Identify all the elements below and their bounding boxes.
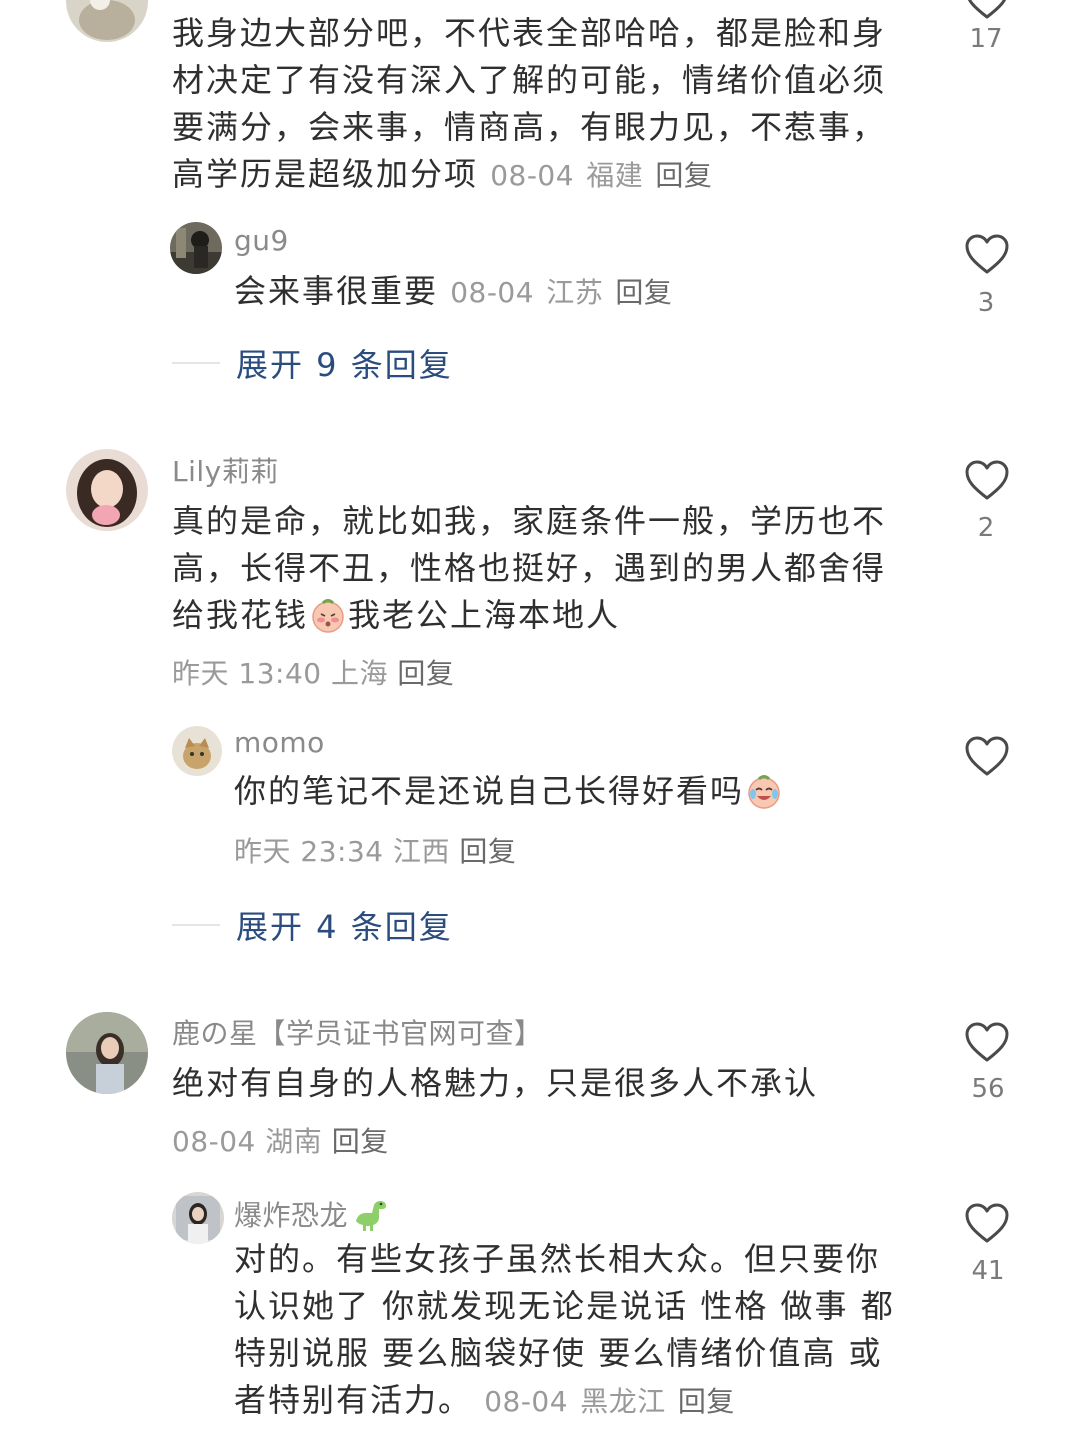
reply-text: 会来事很重要 08-04 江苏 回复: [234, 272, 673, 310]
comment-text: 真的是命，就比如我，家庭条件一般，学历也不高，长得不丑，性格也挺好，遇到的男人都…: [172, 502, 887, 634]
reply-location: 江西: [393, 835, 451, 868]
reply-button[interactable]: 回复: [397, 657, 454, 690]
expand-replies-button[interactable]: 展开 4 条回复: [172, 902, 453, 948]
avatar[interactable]: [172, 1192, 224, 1244]
heart-icon[interactable]: [964, 1202, 1010, 1244]
reply-text: 对的。有些女孩子虽然长相大众。但只要你认识她了 你就发现无论是说话 性格 做事 …: [234, 1240, 895, 1419]
like-count: 17: [969, 24, 1003, 54]
heart-icon[interactable]: [964, 0, 1010, 20]
avatar[interactable]: [66, 1012, 148, 1094]
expand-replies-label: 展开 4 条回复: [236, 908, 453, 946]
reply-button[interactable]: 回复: [332, 1125, 389, 1158]
reply-date: 08-04: [484, 1385, 569, 1418]
laugh-cry-emoji-icon: [745, 772, 783, 810]
reply-date: 08-04: [450, 276, 535, 309]
reply-date: 昨天 23:34: [234, 835, 384, 868]
comment-date: 08-04: [490, 159, 575, 192]
comment-location: 福建: [586, 159, 644, 192]
avatar[interactable]: [170, 222, 222, 274]
reply-button[interactable]: 回复: [678, 1385, 735, 1418]
reply-text: 你的笔记不是还说自己长得好看吗: [234, 768, 784, 815]
reply-meta: 昨天 23:34 江西 回复: [234, 830, 516, 870]
like-count: 41: [971, 1256, 1005, 1286]
reply-button[interactable]: 回复: [655, 159, 712, 192]
shy-emoji-icon: [309, 596, 347, 634]
comment-text: 我身边大部分吧，不代表全部哈哈，都是脸和身材决定了有没有深入了解的可能，情绪价值…: [172, 14, 887, 193]
comment-date: 08-04: [172, 1125, 256, 1158]
avatar[interactable]: [172, 726, 222, 776]
expand-replies-button[interactable]: 展开 9 条回复: [172, 340, 453, 386]
expand-replies-label: 展开 9 条回复: [236, 346, 453, 384]
comment-text: 绝对有自身的人格魅力，只是很多人不承认: [172, 1064, 819, 1102]
divider: [172, 362, 220, 364]
username[interactable]: 爆炸恐龙: [234, 1194, 390, 1234]
like-count: 3: [977, 288, 995, 318]
heart-icon[interactable]: [964, 459, 1010, 501]
heart-icon[interactable]: [964, 233, 1010, 275]
heart-icon[interactable]: [964, 735, 1010, 777]
comment-date: 昨天 13:40: [172, 657, 322, 690]
username[interactable]: gu9: [234, 224, 289, 257]
avatar[interactable]: [66, 0, 148, 42]
comment-location: 湖南: [265, 1125, 323, 1158]
avatar[interactable]: [66, 449, 148, 531]
heart-icon[interactable]: [964, 1021, 1010, 1063]
username[interactable]: 鹿の星【学员证书官网可查】: [172, 1012, 543, 1052]
reply-location: 黑龙江: [580, 1385, 666, 1418]
reply-location: 江苏: [546, 276, 604, 309]
comment-meta: 08-04 湖南 回复: [172, 1120, 389, 1160]
username[interactable]: momo: [234, 726, 325, 759]
like-count: 56: [971, 1074, 1005, 1104]
reply-button[interactable]: 回复: [459, 835, 516, 868]
dinosaur-icon: [356, 1201, 387, 1231]
comment-location: 上海: [331, 657, 389, 690]
like-count: 2: [977, 513, 995, 543]
username[interactable]: Lily莉莉: [172, 450, 279, 490]
divider: [172, 924, 220, 926]
comment-meta: 昨天 13:40 上海 回复: [172, 652, 454, 692]
reply-button[interactable]: 回复: [615, 276, 672, 309]
